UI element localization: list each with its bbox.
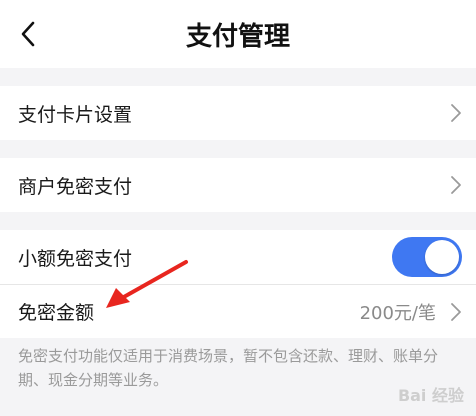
group-small-amount: 小额免密支付 免密金额 200元/笔	[0, 230, 476, 338]
header: 支付管理	[0, 0, 476, 68]
row-label: 支付卡片设置	[18, 103, 133, 126]
group-merchant: 商户免密支付	[0, 158, 476, 212]
annotation-arrow-icon	[106, 260, 188, 308]
row-label: 商户免密支付	[18, 175, 133, 198]
row-merchant-password-free[interactable]: 商户免密支付	[0, 158, 476, 212]
small-password-free-toggle[interactable]	[392, 237, 462, 277]
page-title: 支付管理	[185, 21, 290, 52]
chevron-right-icon	[451, 302, 461, 321]
info-note: 免密支付功能仅适用于消费场景，暂不包含还款、理财、账单分期、现金分期等业务。	[18, 347, 439, 389]
row-card-settings[interactable]: 支付卡片设置	[0, 86, 476, 140]
page: 支付管理 支付卡片设置 商户免密支付 小额免密支付 免密金额 200元/笔 免密…	[0, 0, 476, 416]
row-label: 免密金额	[18, 302, 95, 324]
watermark: Bai 经验	[397, 386, 464, 405]
chevron-right-icon	[451, 104, 461, 122]
group-card-settings: 支付卡片设置	[0, 86, 476, 140]
row-small-password-free: 小额免密支付	[0, 230, 476, 284]
toggle-knob	[425, 240, 459, 274]
chevron-right-icon	[451, 176, 461, 194]
row-password-free-amount[interactable]: 免密金额 200元/笔	[0, 284, 476, 338]
amount-value: 200元/笔	[359, 302, 436, 324]
